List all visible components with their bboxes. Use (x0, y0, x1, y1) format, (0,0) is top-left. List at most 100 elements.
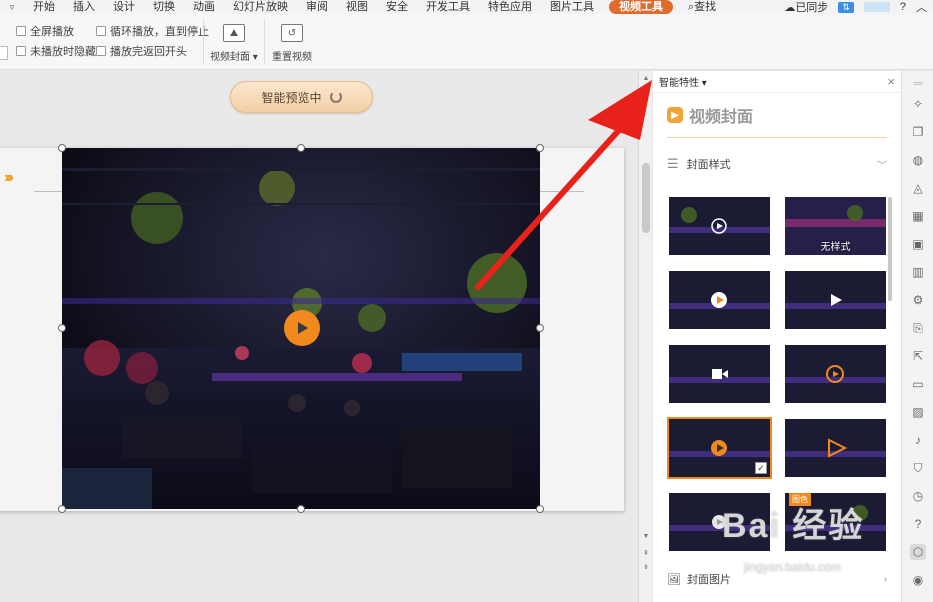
ribbon: 全屏播放 循环播放，直到停止 未播放时隐藏 播放完返回开头 ⛰ 视频封面 ▾ ↺… (0, 14, 933, 70)
checkbox-box[interactable] (16, 46, 26, 56)
menu-item-security[interactable]: 安全 (377, 0, 417, 14)
resize-handle[interactable] (58, 144, 66, 152)
cover-style-thumb[interactable]: 无样式 (785, 197, 886, 255)
slide-workspace: 智能预览中 ››› (0, 71, 640, 602)
fill-icon[interactable]: ◬ (910, 180, 926, 196)
cover-style-thumb[interactable] (785, 419, 886, 477)
resize-handle[interactable] (297, 505, 305, 513)
cover-style-section[interactable]: ☰ 封面样式 ﹀ (653, 138, 901, 178)
resize-handle[interactable] (297, 144, 305, 152)
grid-icon[interactable]: ▣ (910, 236, 926, 252)
play-triangle-icon (298, 322, 308, 334)
pane-header: 智能特性 ▾ × (653, 71, 901, 93)
resize-handle[interactable] (536, 324, 544, 332)
settings-sliders-icon[interactable]: ⚙ (910, 292, 926, 308)
cover-style-thumb[interactable] (785, 345, 886, 403)
pane-scrollbar-thumb[interactable] (888, 197, 892, 301)
fullscreen-play-label: 全屏播放 (30, 26, 74, 38)
document-icon[interactable]: ⎘ (910, 320, 926, 336)
checkmark-icon: ✓ (755, 462, 767, 474)
resize-handle[interactable] (58, 505, 66, 513)
help-icon[interactable]: ? (900, 1, 906, 13)
menu-item-view[interactable]: 视图 (337, 0, 377, 14)
pane-header-label[interactable]: 智能特性 ▾ (659, 74, 707, 89)
resize-handle[interactable] (536, 505, 544, 513)
checkbox-box[interactable] (96, 46, 106, 56)
checkbox-box[interactable] (96, 26, 106, 36)
cover-style-thumb-selected[interactable]: ✓ (667, 417, 772, 479)
menu-item-insert[interactable]: 插入 (64, 0, 104, 14)
video-cover-icon: ⛰ (222, 24, 245, 42)
video-frame[interactable] (62, 148, 540, 509)
scroll-next-page-icon[interactable]: ⇟ (639, 563, 653, 571)
cover-style-thumb[interactable] (785, 271, 886, 329)
chevron-right-icon[interactable]: › (884, 574, 887, 585)
menu-item-animation[interactable]: 动画 (184, 0, 224, 14)
smart-preview-button[interactable]: 智能预览中 (230, 81, 373, 113)
layout-icon[interactable]: ▭ (910, 376, 926, 392)
menu-item-developer[interactable]: 开发工具 (417, 0, 479, 14)
menu-item-special[interactable]: 特色应用 (479, 0, 541, 14)
baidu-watermark: Bai 经验 (722, 507, 865, 545)
sync-status[interactable]: ☁已同步 (784, 0, 828, 14)
menu-item-design[interactable]: 设计 (104, 0, 144, 14)
smart-preview-label: 智能预览中 (261, 90, 322, 105)
smart-features-icon[interactable]: ⬡ (910, 544, 926, 560)
scrollbar-thumb[interactable] (642, 163, 650, 233)
resize-handle[interactable] (58, 324, 66, 332)
table-icon[interactable]: ▦ (910, 208, 926, 224)
ribbon-left-dropdown[interactable] (0, 46, 8, 60)
thumb-scene-image (669, 197, 770, 255)
reset-video-button[interactable]: ↺ 重置视频 (272, 24, 312, 63)
cover-style-thumb[interactable] (669, 271, 770, 329)
close-icon[interactable]: × (887, 74, 895, 89)
thumb-scene-image (669, 271, 770, 329)
resize-handle[interactable] (536, 144, 544, 152)
copy-icon[interactable]: ❐ (910, 124, 926, 140)
menu-item-slideshow[interactable]: 幻灯片放映 (224, 0, 297, 14)
scroll-down-icon[interactable]: ▼ (639, 533, 653, 540)
sync-badge: ⇅ (838, 1, 854, 13)
side-tool-rail: ═ ✧ ❐ ◍ ◬ ▦ ▣ ▥ ⚙ ⎘ ⇱ ▭ ▨ ♪ ⛉ ◷ ? ⬡ ◉ (901, 71, 933, 602)
rewind-after-play-checkbox[interactable]: 播放完返回开头 (96, 43, 187, 59)
cover-style-thumb[interactable] (669, 345, 770, 403)
chart-icon[interactable]: ▥ (910, 264, 926, 280)
help-icon[interactable]: ? (910, 516, 926, 532)
thumb-scene-image (669, 345, 770, 403)
workspace-scrollbar[interactable]: ▲ ▼ ⇞ ⇟ (638, 71, 652, 602)
sync-label: 已同步 (795, 2, 829, 14)
menu-item-home[interactable]: 开始 (24, 0, 64, 14)
reset-video-icon: ↺ (281, 24, 303, 42)
search-button[interactable]: ⌕查找 (679, 0, 725, 14)
loop-play-checkbox[interactable]: 循环播放，直到停止 (96, 23, 209, 39)
share-icon[interactable]: ⇱ (910, 348, 926, 364)
menu-item-transition[interactable]: 切换 (144, 0, 184, 14)
fullscreen-play-checkbox[interactable]: 全屏播放 (16, 23, 74, 39)
history-icon[interactable]: ◷ (910, 488, 926, 504)
search-label: 查找 (694, 1, 717, 13)
cover-image-label: 封面图片 (686, 574, 731, 586)
menu-item-review[interactable]: 审阅 (297, 0, 337, 14)
chevron-down-icon[interactable]: ﹀ (877, 157, 887, 172)
shapes-icon[interactable]: ◍ (910, 152, 926, 168)
menu-item-picture-tools[interactable]: 图片工具 (541, 0, 603, 14)
picture-icon[interactable]: ▨ (910, 404, 926, 420)
scroll-up-icon[interactable]: ▲ (639, 75, 653, 82)
video-cover-button[interactable]: ⛰ 视频封面 ▾ (210, 24, 258, 63)
video-cover-logo-icon: ▶ (667, 107, 683, 123)
chevron-up-icon[interactable]: ︿ (916, 0, 927, 14)
location-icon[interactable]: ◉ (910, 572, 926, 588)
video-play-icon[interactable] (284, 310, 320, 346)
reset-video-label: 重置视频 (272, 52, 312, 63)
audio-icon[interactable]: ♪ (910, 432, 926, 448)
checkbox-box[interactable] (16, 26, 26, 36)
cover-style-thumb[interactable] (669, 197, 770, 255)
magic-wand-icon[interactable]: ✧ (910, 96, 926, 112)
pane-title: ▶ 视频封面 (653, 93, 901, 133)
menu-item-video-tools[interactable]: 视频工具 (609, 0, 673, 14)
menu-collapse-icon[interactable]: ▿ (0, 2, 24, 13)
hide-when-not-playing-checkbox[interactable]: 未播放时隐藏 (16, 43, 96, 59)
shield-icon[interactable]: ⛉ (910, 460, 926, 476)
scroll-prev-page-icon[interactable]: ⇞ (639, 549, 653, 557)
loop-play-label: 循环播放，直到停止 (110, 26, 209, 38)
